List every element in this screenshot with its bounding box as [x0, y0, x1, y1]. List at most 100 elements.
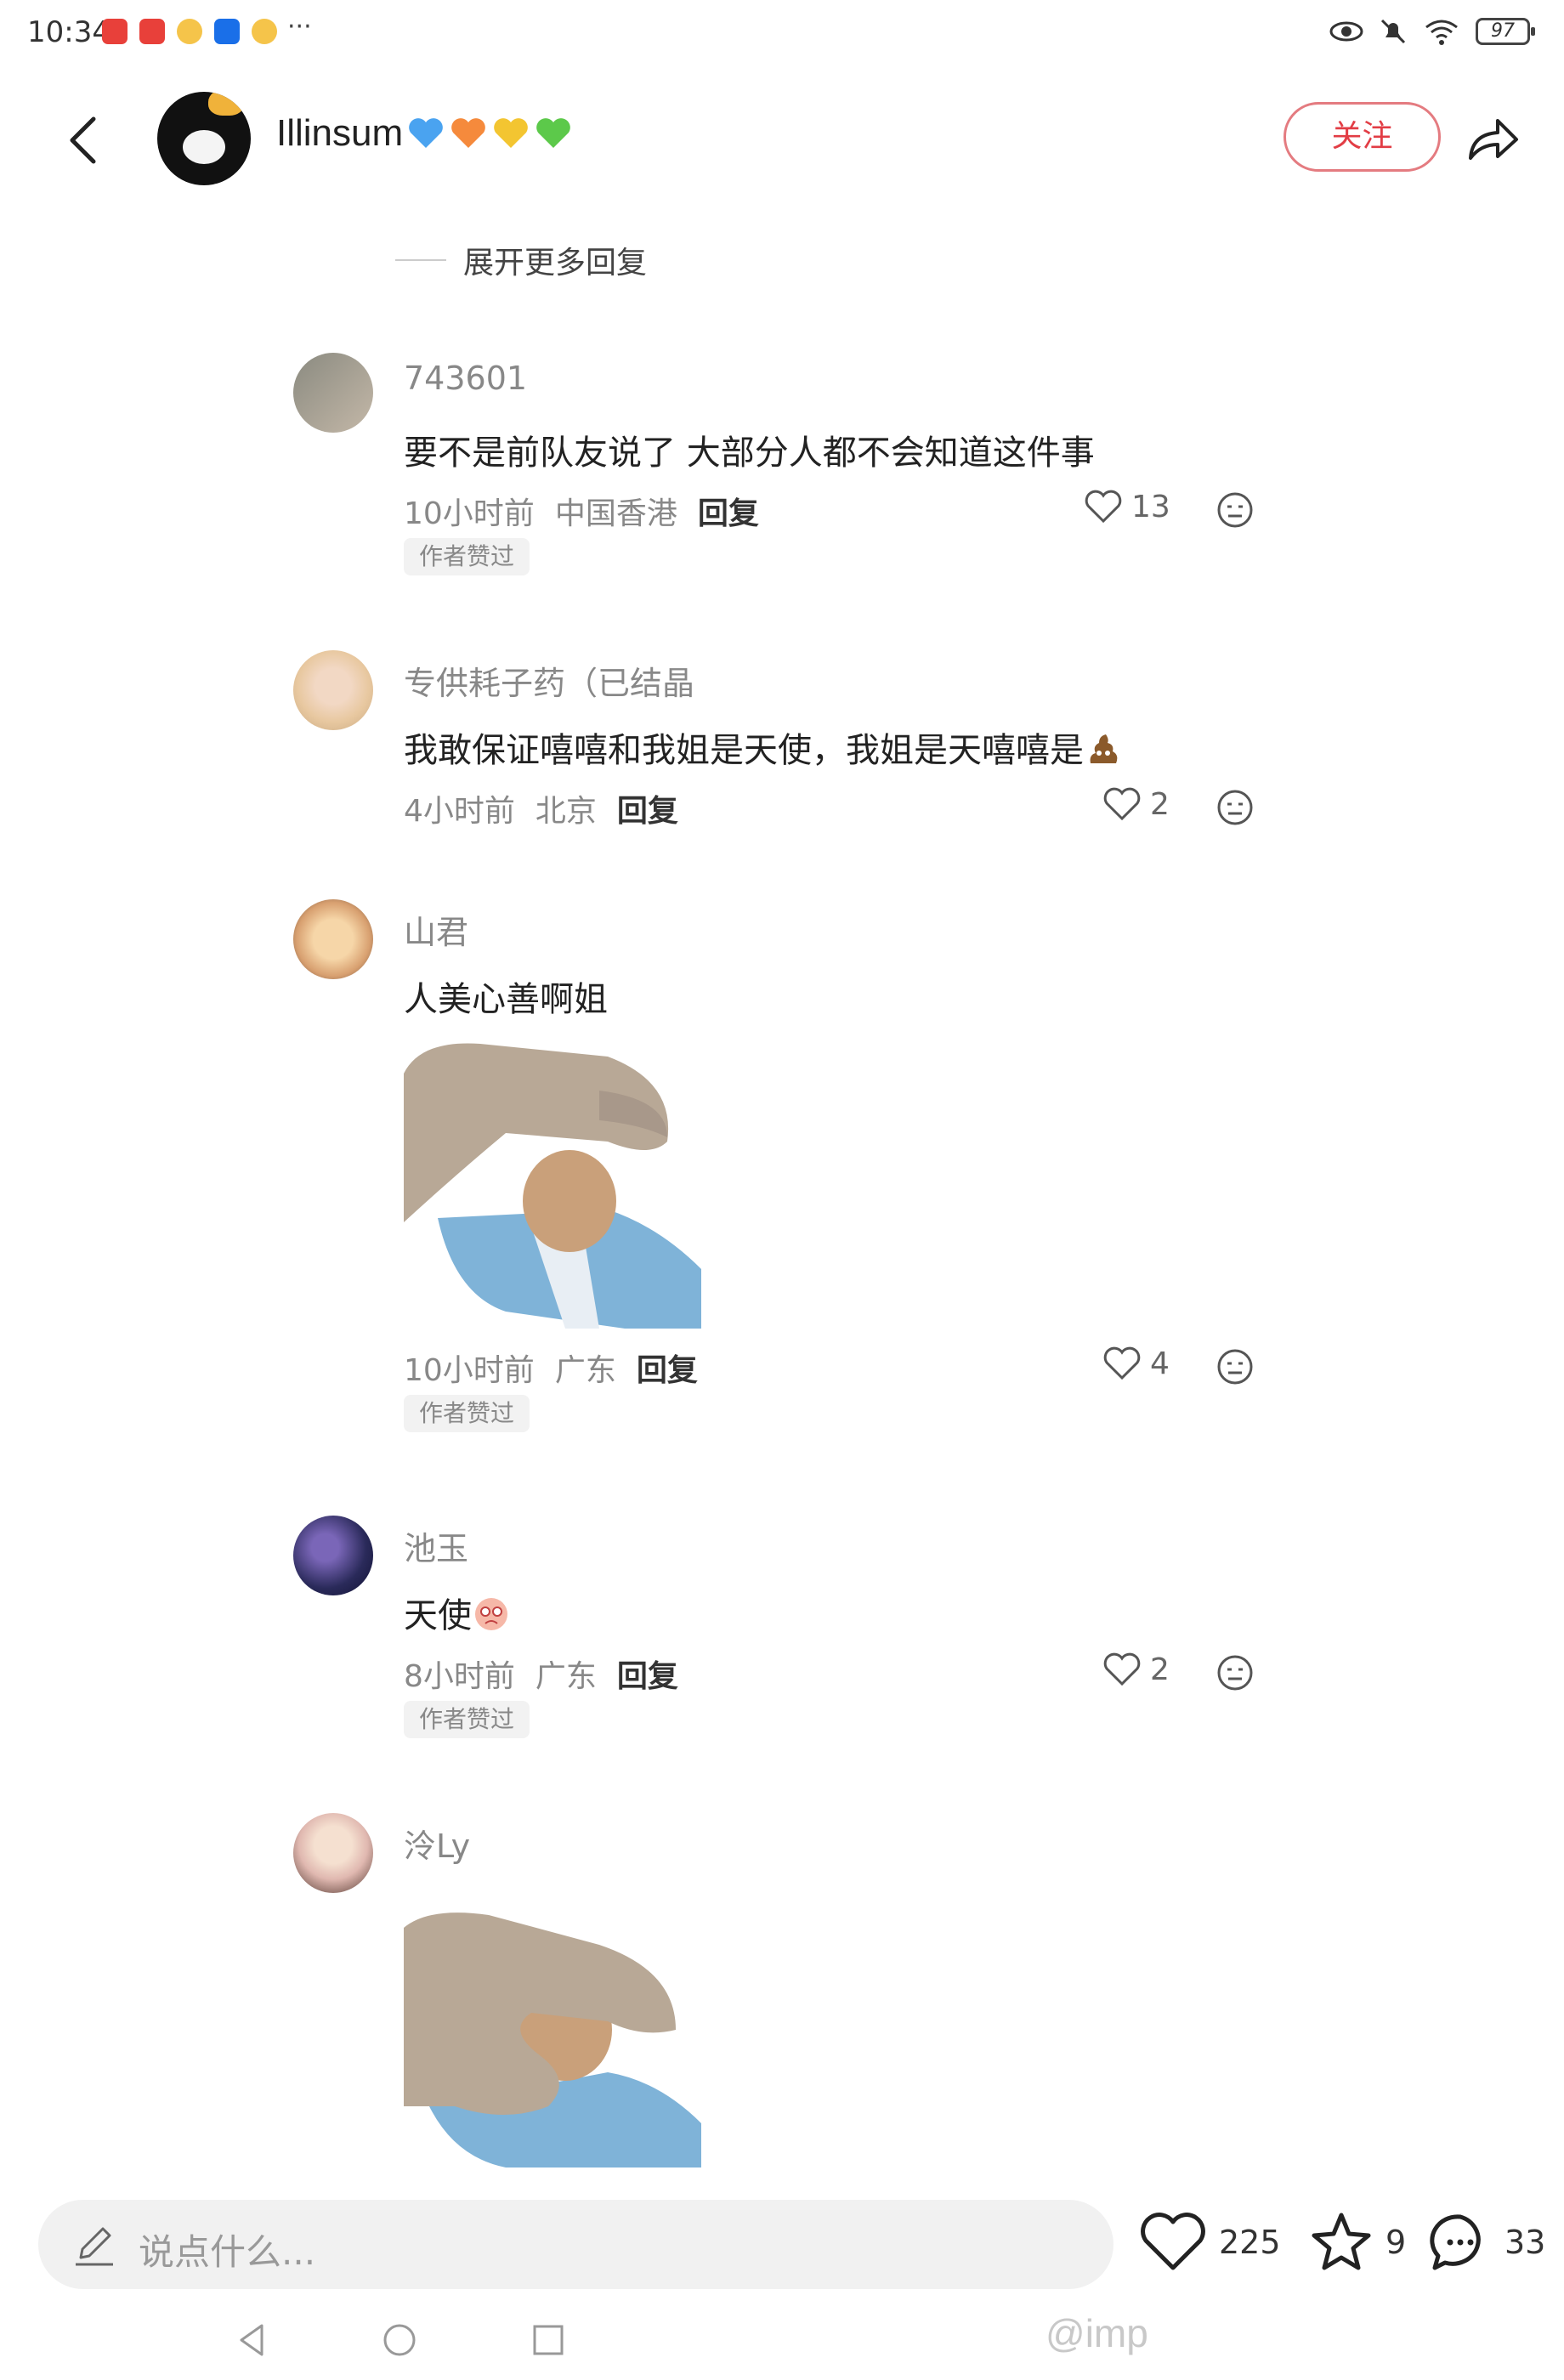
comment-text: 天使 — [404, 1596, 472, 1635]
more-notifications-icon: ··· — [287, 12, 312, 42]
wifi-icon — [1425, 20, 1458, 45]
heart-outline-icon — [1103, 1652, 1141, 1686]
author-liked-badge: 作者赞过 — [404, 538, 530, 575]
comment-meta: 10小时前 中国香港 回复 — [404, 489, 759, 533]
comment-location: 广东 — [554, 1353, 616, 1388]
app-notification-icon — [139, 19, 165, 44]
status-right-group: 97 — [1329, 17, 1535, 46]
heart-outline-icon — [1103, 1346, 1141, 1380]
comment-time: 10小时前 — [404, 1353, 535, 1388]
like-button[interactable]: 2 — [1102, 1652, 1170, 1687]
comment-text: 要不是前队友说了 大部分人都不会知道这件事 — [404, 434, 1095, 473]
favorite-button[interactable]: 9 — [1309, 2210, 1406, 2275]
emoji-reaction-icon[interactable] — [1216, 490, 1255, 530]
comment-text: 我敢保证嘻嘻和我姐是天使，我姐是天嘻嘻是 — [404, 731, 1084, 770]
avatar[interactable] — [293, 650, 373, 730]
comment-text-row: 天使 — [404, 1588, 511, 1637]
avatar[interactable] — [293, 353, 373, 433]
chevron-left-icon[interactable] — [60, 110, 110, 170]
star-outline-icon — [1312, 2213, 1371, 2270]
header: Illinsum 关注 — [0, 76, 1564, 204]
avatar[interactable] — [157, 92, 251, 185]
like-count: 13 — [1131, 489, 1170, 524]
heart-outline-icon — [1085, 490, 1122, 524]
reply-button[interactable]: 回复 — [617, 786, 678, 830]
yellow-heart-icon — [494, 118, 528, 148]
comment-location: 中国香港 — [554, 496, 677, 531]
comment-input-placeholder: 说点什么... — [139, 2231, 316, 2273]
nav-back-icon[interactable] — [231, 2319, 274, 2361]
author-liked-badge: 作者赞过 — [404, 1701, 530, 1738]
avatar-hat — [208, 92, 244, 116]
mute-bell-icon — [1380, 19, 1406, 44]
system-nav-bar — [0, 2312, 1564, 2380]
battery-indicator: 97 — [1476, 18, 1535, 45]
comment-author[interactable]: 743601 — [404, 360, 527, 397]
like-count: 4 — [1150, 1346, 1170, 1381]
sticker-image[interactable] — [404, 1911, 701, 2168]
crying-emoji-icon — [475, 1598, 507, 1630]
avatar[interactable] — [293, 1516, 373, 1595]
emoji-reaction-icon[interactable] — [1216, 788, 1255, 827]
comment-text-row: 我敢保证嘻嘻和我姐是天使，我姐是天嘻嘻是 — [404, 722, 1123, 772]
orange-heart-icon — [451, 118, 485, 148]
status-time: 10:34 — [27, 15, 110, 49]
comment-time: 8小时前 — [404, 1659, 515, 1694]
status-bar: 10:34 ··· 97 — [0, 0, 1564, 68]
expand-more-label: 展开更多回复 — [463, 246, 648, 280]
sticker-image[interactable] — [404, 1040, 701, 1329]
like-post-button[interactable]: 225 — [1139, 2210, 1281, 2275]
like-count: 2 — [1150, 786, 1170, 822]
expand-more-replies[interactable]: 展开更多回复 — [395, 238, 647, 282]
eye-icon — [1329, 21, 1363, 42]
nav-recents-icon[interactable] — [527, 2319, 570, 2361]
app-notification-icon — [214, 19, 240, 44]
emoji-reaction-icon[interactable] — [1216, 1653, 1255, 1692]
comment-author[interactable]: 山君 — [404, 906, 468, 953]
comment-meta: 10小时前 广东 回复 — [404, 1346, 698, 1390]
weibo-icon — [177, 19, 202, 44]
blue-heart-icon — [409, 118, 443, 148]
comment-location: 广东 — [535, 1659, 597, 1694]
author-liked-badge: 作者赞过 — [404, 1395, 530, 1432]
reply-button[interactable]: 回复 — [617, 1652, 678, 1696]
green-heart-icon — [536, 118, 570, 148]
like-button[interactable]: 13 — [1084, 489, 1170, 524]
share-arrow-icon[interactable] — [1462, 109, 1522, 168]
reply-button[interactable]: 回复 — [637, 1346, 698, 1390]
pen-icon — [76, 2227, 113, 2266]
user-name-row[interactable]: Illinsum — [276, 112, 573, 155]
follow-button[interactable]: 关注 — [1284, 102, 1441, 172]
comments-button[interactable]: 33 — [1428, 2210, 1545, 2275]
like-button[interactable]: 4 — [1102, 1346, 1170, 1381]
nav-home-icon[interactable] — [378, 2319, 421, 2361]
favorite-count: 9 — [1386, 2224, 1407, 2261]
comment-meta: 4小时前 北京 回复 — [404, 786, 678, 830]
avatar[interactable] — [293, 899, 373, 979]
comment-meta: 8小时前 广东 回复 — [404, 1652, 678, 1696]
comment-time: 10小时前 — [404, 496, 535, 531]
comment-text: 人美心善啊姐 — [404, 980, 608, 1019]
post-like-count: 225 — [1219, 2224, 1281, 2261]
app-notification-icon — [102, 19, 128, 44]
reply-button[interactable]: 回复 — [698, 489, 759, 533]
emoji-reaction-icon[interactable] — [1216, 1347, 1255, 1386]
bottom-bar: 说点什么... 225 9 33 — [0, 2193, 1564, 2295]
watermark: @imp — [1046, 2311, 1148, 2355]
comment-count: 33 — [1504, 2224, 1546, 2261]
comment-time: 4小时前 — [404, 794, 515, 829]
divider — [395, 259, 446, 261]
sticker-hand-image — [404, 1911, 701, 2168]
comment-author[interactable]: 泠Ly — [404, 1820, 470, 1867]
poop-emoji-icon — [1090, 734, 1118, 763]
avatar[interactable] — [293, 1813, 373, 1893]
weibo-icon — [252, 19, 277, 44]
comment-author[interactable]: 池玉 — [404, 1522, 468, 1569]
heart-outline-icon — [1103, 787, 1141, 821]
like-count: 2 — [1150, 1652, 1170, 1687]
comment-bubble-icon — [1430, 2214, 1481, 2270]
comment-input[interactable]: 说点什么... — [38, 2200, 1114, 2289]
comment-author[interactable]: 专供耗子药（已结晶 — [404, 657, 694, 704]
sticker-hand-image — [404, 1040, 701, 1329]
like-button[interactable]: 2 — [1102, 786, 1170, 822]
